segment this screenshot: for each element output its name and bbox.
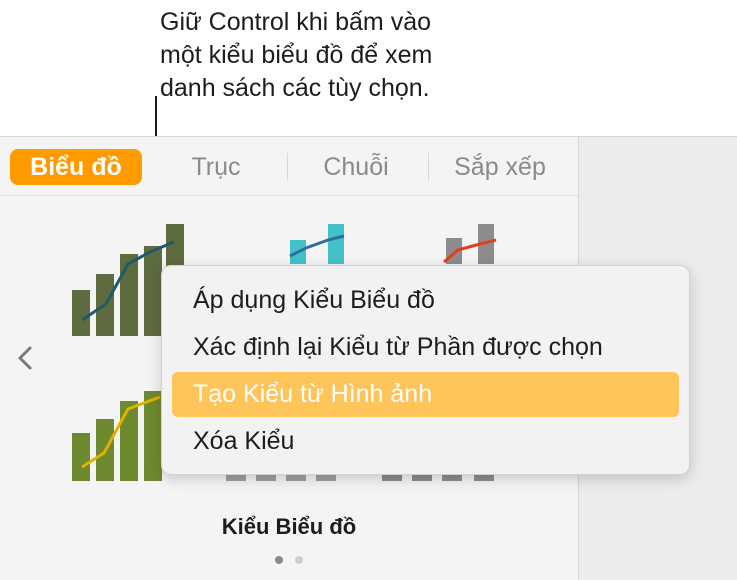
tab-divider (287, 153, 288, 181)
tab-series[interactable]: Chuỗi (300, 149, 412, 185)
chevron-left-icon[interactable] (14, 342, 36, 374)
tab-bar: Biểu đồ Trục Chuỗi Sắp xếp (0, 137, 578, 196)
context-menu: Áp dụng Kiểu Biểu đồ Xác định lại Kiểu t… (161, 265, 690, 475)
menu-item-delete-style[interactable]: Xóa Kiểu (172, 419, 679, 464)
chart-style-thumbnail-3[interactable] (440, 224, 500, 264)
tab-axis[interactable]: Trục (160, 149, 272, 185)
tab-divider (428, 153, 429, 181)
page-indicator (0, 551, 578, 569)
chart-style-thumbnail-2[interactable] (286, 224, 346, 264)
chart-styles-caption: Kiểu Biểu đồ (221, 514, 357, 539)
menu-item-label: Xác định lại Kiểu từ Phần được chọn (193, 333, 603, 361)
menu-item-label: Xóa Kiểu (193, 427, 295, 455)
menu-item-label: Tạo Kiểu từ Hình ảnh (193, 380, 433, 408)
page-dot-active[interactable] (275, 556, 283, 564)
page-dot[interactable] (295, 556, 303, 564)
tab-chart[interactable]: Biểu đồ (10, 149, 142, 185)
callout-text: Giữ Control khi bấm vào một kiểu biểu đồ… (160, 8, 433, 102)
tab-arrange[interactable]: Sắp xếp (438, 149, 562, 185)
menu-item-apply-chart-style[interactable]: Áp dụng Kiểu Biểu đồ (172, 278, 679, 323)
menu-item-label: Áp dụng Kiểu Biểu đồ (193, 286, 435, 314)
menu-item-create-style-from-image[interactable]: Tạo Kiểu từ Hình ảnh (172, 372, 679, 417)
menu-item-redefine-style-from-selection[interactable]: Xác định lại Kiểu từ Phần được chọn (172, 325, 679, 370)
chart-style-thumbnail-4[interactable] (70, 391, 166, 481)
